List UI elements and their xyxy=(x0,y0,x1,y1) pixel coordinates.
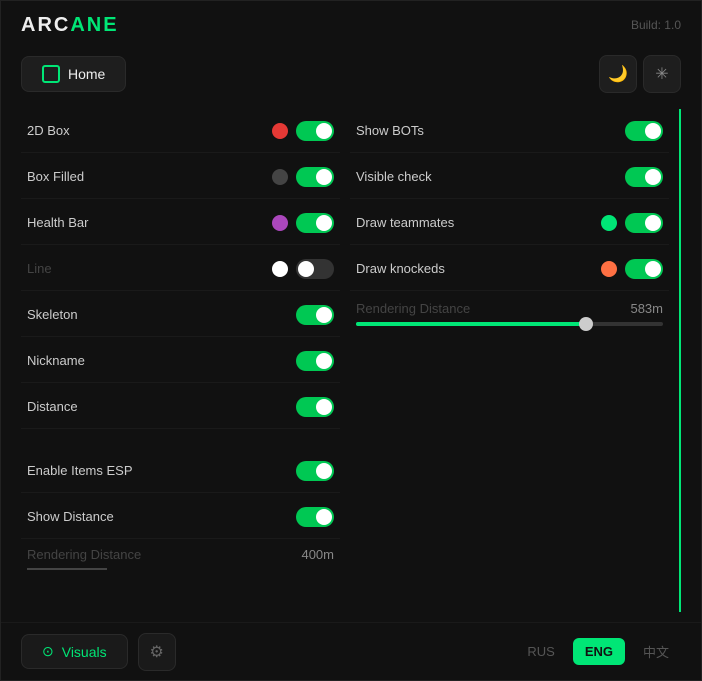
controls-visible-check xyxy=(625,167,663,187)
setting-row-visible-check: Visible check xyxy=(350,155,669,199)
setting-row-draw-knockeds: Draw knockeds xyxy=(350,247,669,291)
left-slider-line xyxy=(27,568,107,570)
color-dot-draw-knockeds[interactable] xyxy=(601,261,617,277)
label-distance: Distance xyxy=(27,399,78,414)
setting-row-2d-box: 2D Box xyxy=(21,109,340,153)
setting-row-show-bots: Show BOTs xyxy=(350,109,669,153)
lang-rus-button[interactable]: RUS xyxy=(515,638,566,665)
sun-icon: ✳ xyxy=(655,64,668,84)
color-dot-line[interactable] xyxy=(272,261,288,277)
color-dot-health-bar[interactable] xyxy=(272,215,288,231)
toggle-draw-teammates[interactable] xyxy=(625,213,663,233)
bottom-left: ⊙ Visuals ⚙ xyxy=(21,633,176,671)
toggle-skeleton[interactable] xyxy=(296,305,334,325)
label-draw-knockeds: Draw knockeds xyxy=(356,261,445,276)
label-line: Line xyxy=(27,261,52,276)
controls-draw-teammates xyxy=(601,213,663,233)
controls-distance xyxy=(296,397,334,417)
logo-ane: ANE xyxy=(70,14,118,36)
setting-row-enable-items-esp: Enable Items ESP xyxy=(21,449,340,493)
visuals-label: Visuals xyxy=(62,644,107,660)
bottom-bar: ⊙ Visuals ⚙ RUS ENG 中文 xyxy=(1,622,701,680)
color-dot-draw-teammates[interactable] xyxy=(601,215,617,231)
visuals-button[interactable]: ⊙ Visuals xyxy=(21,634,128,669)
header: ARCANE Build: 1.0 xyxy=(1,1,701,49)
setting-row-line: Line xyxy=(21,247,340,291)
setting-row-show-distance: Show Distance xyxy=(21,495,340,539)
controls-nickname xyxy=(296,351,334,371)
right-rendering-row: Rendering Distance 583m xyxy=(350,293,669,334)
label-draw-teammates: Draw teammates xyxy=(356,215,454,230)
setting-row-nickname: Nickname xyxy=(21,339,340,383)
controls-box-filled xyxy=(272,167,334,187)
right-rendering-label: Rendering Distance xyxy=(356,301,470,316)
toggle-box-filled[interactable] xyxy=(296,167,334,187)
label-2d-box: 2D Box xyxy=(27,123,70,138)
left-rendering-row: Rendering Distance 400m xyxy=(21,541,340,576)
lang-eng-button[interactable]: ENG xyxy=(573,638,625,665)
controls-show-bots xyxy=(625,121,663,141)
toggle-line[interactable] xyxy=(296,259,334,279)
setting-row-skeleton: Skeleton xyxy=(21,293,340,337)
toggle-2d-box[interactable] xyxy=(296,121,334,141)
toggle-show-distance[interactable] xyxy=(296,507,334,527)
label-box-filled: Box Filled xyxy=(27,169,84,184)
gear-icon: ⚙ xyxy=(149,642,163,662)
controls-2d-box xyxy=(272,121,334,141)
label-show-distance: Show Distance xyxy=(27,509,114,524)
controls-health-bar xyxy=(272,213,334,233)
toggle-distance[interactable] xyxy=(296,397,334,417)
nav-row: Home 🌙 ✳ xyxy=(1,49,701,99)
left-rendering-value: 400m xyxy=(301,547,334,562)
label-skeleton: Skeleton xyxy=(27,307,78,322)
main-content: 2D Box Box Filled Health Bar xyxy=(1,99,701,622)
lang-zh-button[interactable]: 中文 xyxy=(631,636,681,667)
visuals-icon: ⊙ xyxy=(42,643,54,660)
build-label: Build: 1.0 xyxy=(631,18,681,32)
setting-row-draw-teammates: Draw teammates xyxy=(350,201,669,245)
logo: ARCANE xyxy=(21,14,119,37)
label-nickname: Nickname xyxy=(27,353,85,368)
moon-theme-button[interactable]: 🌙 xyxy=(599,55,637,93)
toggle-visible-check[interactable] xyxy=(625,167,663,187)
right-rendering-header: Rendering Distance 583m xyxy=(356,301,663,316)
controls-show-distance xyxy=(296,507,334,527)
controls-line xyxy=(272,259,334,279)
color-dot-2d-box[interactable] xyxy=(272,123,288,139)
toggle-show-bots[interactable] xyxy=(625,121,663,141)
settings-icon-button[interactable]: ⚙ xyxy=(138,633,176,671)
setting-row-box-filled: Box Filled xyxy=(21,155,340,199)
language-buttons: RUS ENG 中文 xyxy=(515,636,681,667)
right-rendering-value: 583m xyxy=(630,301,663,316)
theme-buttons: 🌙 ✳ xyxy=(599,55,681,93)
toggle-health-bar[interactable] xyxy=(296,213,334,233)
label-enable-items-esp: Enable Items ESP xyxy=(27,463,133,478)
controls-skeleton xyxy=(296,305,334,325)
label-show-bots: Show BOTs xyxy=(356,123,424,138)
home-button[interactable]: Home xyxy=(21,56,126,92)
home-icon xyxy=(42,65,60,83)
setting-row-health-bar: Health Bar xyxy=(21,201,340,245)
toggle-nickname[interactable] xyxy=(296,351,334,371)
controls-enable-items-esp xyxy=(296,461,334,481)
toggle-enable-items-esp[interactable] xyxy=(296,461,334,481)
toggle-draw-knockeds[interactable] xyxy=(625,259,663,279)
controls-draw-knockeds xyxy=(601,259,663,279)
left-panel: 2D Box Box Filled Health Bar xyxy=(21,109,340,612)
right-panel: Show BOTs Visible check Draw teammates xyxy=(350,109,681,612)
app-container: ARCANE Build: 1.0 Home 🌙 ✳ 2D Box xyxy=(0,0,702,681)
sun-theme-button[interactable]: ✳ xyxy=(643,55,681,93)
label-health-bar: Health Bar xyxy=(27,215,88,230)
right-slider-fill xyxy=(356,322,586,326)
label-visible-check: Visible check xyxy=(356,169,432,184)
setting-row-distance: Distance xyxy=(21,385,340,429)
right-slider-track[interactable] xyxy=(356,322,663,326)
home-label: Home xyxy=(68,66,105,82)
color-dot-box-filled[interactable] xyxy=(272,169,288,185)
right-slider-thumb[interactable] xyxy=(579,317,593,331)
logo-arc: ARC xyxy=(21,14,70,36)
left-rendering-header: Rendering Distance 400m xyxy=(27,547,334,562)
left-rendering-label: Rendering Distance xyxy=(27,547,141,562)
moon-icon: 🌙 xyxy=(608,64,628,84)
